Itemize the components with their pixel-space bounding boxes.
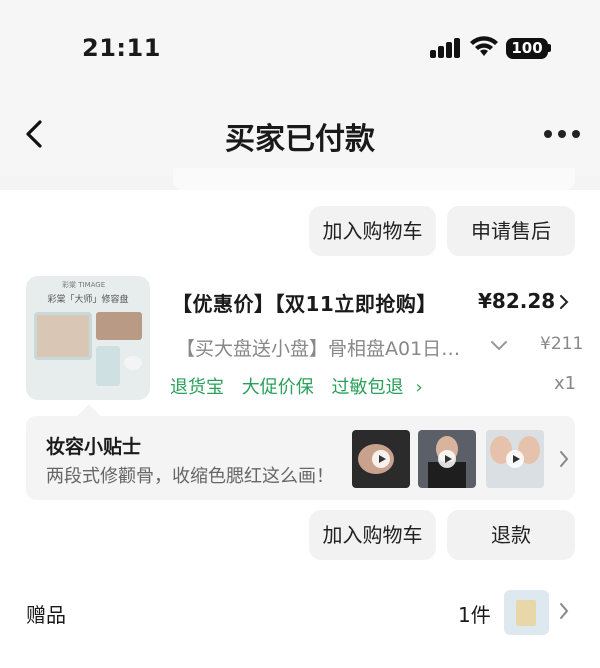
- add-to-cart-button[interactable]: 加入购物车: [309, 510, 436, 560]
- battery-icon: 100: [506, 38, 548, 59]
- play-icon: [372, 450, 390, 468]
- page-title: 买家已付款: [225, 122, 375, 157]
- cellular-signal-icon: [430, 38, 462, 58]
- gift-label: 赠品: [26, 603, 66, 627]
- palette-detail-image: [96, 312, 142, 340]
- after-sale-button[interactable]: 申请售后: [447, 206, 575, 256]
- tips-title: 妆容小贴士: [46, 436, 142, 458]
- product-price: ¥82.28: [478, 289, 556, 313]
- video-thumbnail-1[interactable]: [352, 430, 410, 488]
- tag-allergy-return: 过敏包退: [331, 377, 404, 398]
- contour-palette-image: [34, 312, 92, 360]
- status-time: 21:11: [82, 34, 161, 62]
- battery-cap: [548, 44, 551, 52]
- nav-bar: 买家已付款: [0, 96, 600, 176]
- chevron-down-icon[interactable]: [490, 340, 508, 352]
- refund-button[interactable]: 退款: [447, 510, 575, 560]
- thumb-title: 彩棠「大师」修容盘: [47, 295, 129, 305]
- previous-item-remnant: [173, 168, 575, 190]
- product-title[interactable]: 【优惠价】【双11立即抢购】: [172, 288, 437, 317]
- product-thumbnail[interactable]: 彩棠 TIMAGE 彩棠「大师」修容盘: [26, 276, 150, 400]
- more-dots-icon[interactable]: [540, 128, 580, 142]
- status-bar: 21:11 100: [0, 0, 600, 96]
- video-thumbnail-3[interactable]: [486, 430, 544, 488]
- makeup-tips-card[interactable]: 妆容小贴士 两段式修颧骨，收缩色腮红这么画！: [26, 416, 575, 500]
- thumb-brand: 彩棠 TIMAGE: [62, 281, 106, 289]
- service-tags[interactable]: 退货宝 大促价保 过敏包退 ›: [170, 373, 435, 399]
- tips-text: 两段式修颧骨，收缩色腮红这么画！: [46, 466, 334, 487]
- mini-palette-image: [96, 346, 120, 386]
- gift-thumbnail[interactable]: [504, 590, 549, 635]
- add-to-cart-button-prev[interactable]: 加入购物车: [309, 206, 436, 256]
- original-price: ¥211: [540, 334, 584, 354]
- video-thumbnail-2[interactable]: [418, 430, 476, 488]
- chevron-right-icon[interactable]: [558, 450, 570, 468]
- puff-image: [124, 356, 142, 370]
- play-icon: [506, 450, 524, 468]
- product-subtitle: 【买大盘送小盘】骨相盘A01日…: [176, 338, 461, 360]
- chevron-right-icon[interactable]: [558, 602, 570, 620]
- gift-count: 1件: [458, 603, 491, 627]
- wifi-icon: [470, 36, 498, 56]
- tag-return-insurance: 退货宝: [170, 377, 224, 398]
- tag-price-protection: 大促价保: [241, 377, 314, 398]
- chevron-right-icon[interactable]: [558, 294, 570, 310]
- play-icon: [438, 450, 456, 468]
- product-quantity: x1: [554, 373, 577, 394]
- tags-chevron-icon: ›: [415, 377, 423, 398]
